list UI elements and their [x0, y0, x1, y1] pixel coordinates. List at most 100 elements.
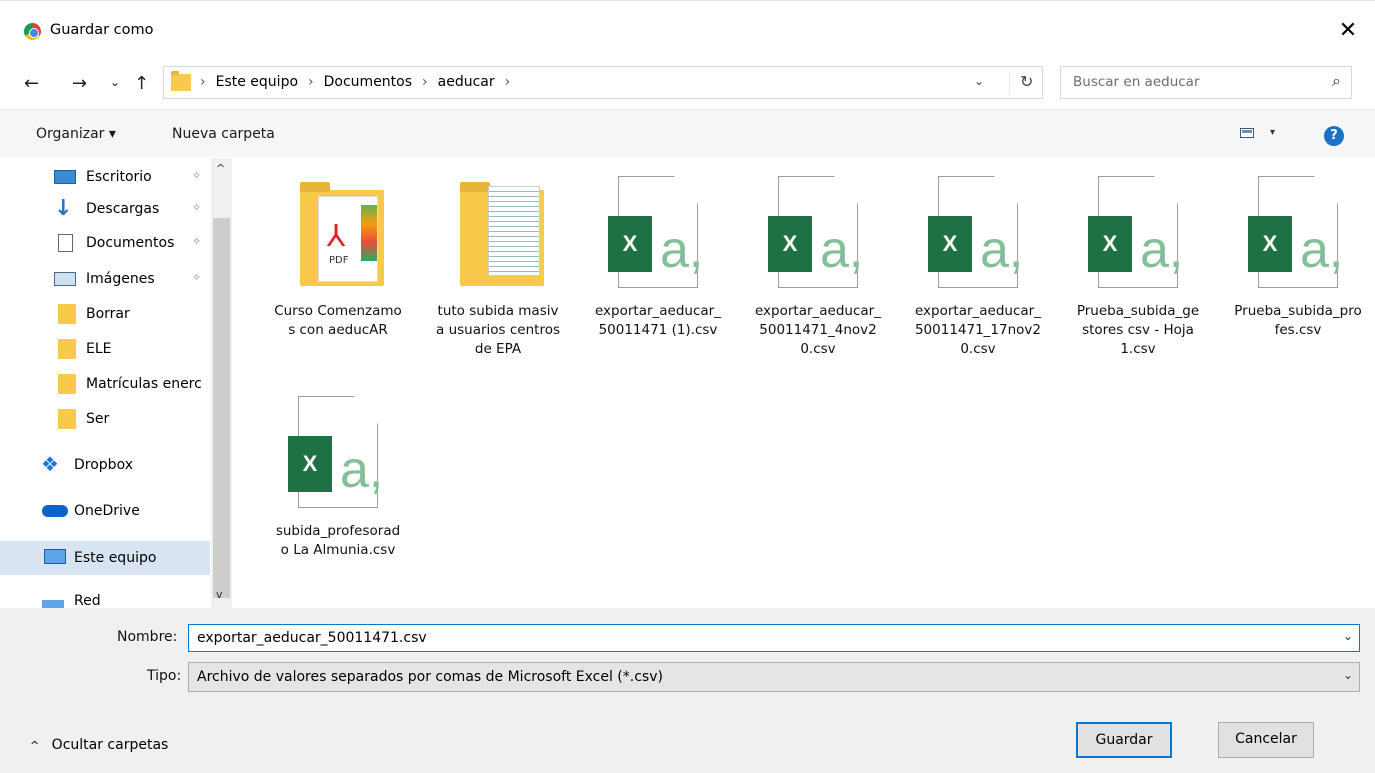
recent-locations-button[interactable]: ⌄ — [110, 75, 120, 89]
sidebar-item-ser[interactable]: Ser — [0, 403, 210, 435]
cancel-button[interactable]: Cancelar — [1218, 722, 1314, 758]
breadcrumb-item-este-equipo[interactable]: Este equipo — [216, 74, 298, 90]
file-item[interactable]: X a, exportar_aeducar_50011471 (1).csv — [588, 158, 728, 340]
chevron-down-icon[interactable]: ⌄ — [974, 74, 984, 88]
file-item[interactable]: tuto subida masiva usuarios centros de E… — [428, 158, 568, 359]
folder-icon — [58, 339, 76, 359]
file-item[interactable]: X a, exportar_aeducar_50011471_4nov20.cs… — [748, 158, 888, 359]
back-button[interactable]: ← — [24, 73, 39, 94]
sidebar-item-descargas[interactable]: Descargas ✧ — [0, 193, 210, 225]
excel-csv-icon: X a, — [1088, 176, 1188, 296]
sidebar-item-este-equipo[interactable]: Este equipo — [0, 541, 210, 575]
pin-icon: ✧ — [192, 169, 202, 182]
breadcrumb-separator: › — [422, 74, 428, 90]
this-pc-icon — [44, 549, 66, 564]
sidebar-scrollbar[interactable]: ^ v — [211, 158, 232, 608]
folder-icon — [58, 409, 76, 429]
sidebar-item-label: Dropbox — [74, 457, 133, 473]
sidebar-item-ele[interactable]: ELE — [0, 333, 210, 365]
file-item[interactable]: X a, subida_profesorado La Almunia.csv — [268, 378, 408, 560]
address-bar[interactable]: › Este equipo › Documentos › aeducar › ⌄… — [163, 66, 1043, 99]
hide-folders-label: Ocultar carpetas — [51, 737, 169, 753]
sidebar-item-red[interactable]: Red — [0, 588, 210, 608]
new-folder-button[interactable]: Nueva carpeta — [172, 126, 275, 142]
pin-icon: ✧ — [192, 201, 202, 214]
excel-csv-icon: X a, — [928, 176, 1028, 296]
breadcrumb-separator[interactable]: › — [505, 74, 511, 90]
scroll-down-icon[interactable]: v — [216, 588, 223, 601]
search-icon[interactable]: ⌕ — [1332, 71, 1341, 91]
excel-csv-icon: X a, — [608, 176, 708, 296]
excel-badge: X — [288, 436, 332, 492]
sidebar-item-borrar[interactable]: Borrar — [0, 298, 210, 330]
refresh-icon[interactable]: ↻ — [1009, 72, 1033, 94]
file-item[interactable]: X a, Prueba_subida_profes.csv — [1228, 158, 1368, 340]
csv-letter: a, — [1140, 221, 1184, 279]
sidebar-item-onedrive[interactable]: OneDrive — [0, 495, 210, 527]
file-item[interactable]: X a, exportar_aeducar_50011471_17nov20.c… — [908, 158, 1048, 359]
navigation-pane: Escritorio ✧ Descargas ✧ Documentos ✧ Im… — [0, 158, 232, 608]
file-name: Curso Comenzamos con aeducAR — [274, 303, 402, 338]
chevron-down-icon[interactable]: ⌄ — [1343, 668, 1353, 682]
scrollbar-thumb[interactable] — [213, 218, 230, 598]
view-options-icon[interactable] — [1240, 128, 1254, 138]
excel-badge: X — [928, 216, 972, 272]
file-name-label: Nombre: — [117, 629, 178, 645]
sidebar-item-documentos[interactable]: Documentos ✧ — [0, 227, 210, 259]
save-options-panel: Nombre: exportar_aeducar_50011471.csv ⌄ … — [0, 608, 1375, 773]
file-name: Prueba_subida_gestores csv - Hoja 1.csv — [1076, 303, 1200, 357]
file-type-label: Tipo: — [147, 668, 182, 684]
downloads-icon — [54, 196, 76, 221]
scroll-up-icon[interactable]: ^ — [216, 162, 225, 175]
folder-icon — [58, 304, 76, 324]
file-item[interactable]: ⅄ PDF Curso Comenzamos con aeducAR — [268, 158, 408, 340]
search-input[interactable]: Buscar en aeducar ⌕ — [1060, 66, 1352, 99]
sidebar-item-escritorio[interactable]: Escritorio ✧ — [0, 161, 210, 193]
breadcrumb-item-documentos[interactable]: Documentos — [324, 74, 412, 90]
csv-letter: a, — [980, 221, 1024, 279]
pin-icon: ✧ — [192, 235, 202, 248]
sidebar-item-label: Documentos — [86, 235, 175, 251]
file-name: exportar_aeducar_50011471 (1).csv — [594, 303, 721, 338]
acrobat-icon: ⅄ — [327, 219, 346, 254]
save-button[interactable]: Guardar — [1076, 722, 1172, 758]
excel-csv-icon: X a, — [768, 176, 868, 296]
csv-letter: a, — [660, 221, 704, 279]
sidebar-item-label: Imágenes — [86, 271, 155, 287]
up-button[interactable]: ↑ — [134, 73, 149, 94]
file-type-select[interactable]: Archivo de valores separados por comas d… — [188, 662, 1360, 692]
csv-letter: a, — [340, 441, 384, 499]
sidebar-item-label: Ser — [86, 411, 110, 427]
sidebar-item-imagenes[interactable]: Imágenes ✧ — [0, 263, 210, 295]
hide-folders-button[interactable]: ^ Ocultar carpetas — [30, 737, 168, 753]
sidebar-item-dropbox[interactable]: Dropbox — [0, 449, 210, 481]
breadcrumb-item-aeducar[interactable]: aeducar — [438, 74, 495, 90]
sidebar-item-matriculas[interactable]: Matrículas enerc — [0, 368, 210, 400]
help-icon[interactable]: ? — [1324, 126, 1344, 146]
organize-button[interactable]: Organizar ▾ — [36, 126, 116, 142]
chevron-down-icon[interactable]: ⌄ — [1343, 629, 1353, 643]
address-row: ← → ⌄ ↑ › Este equipo › Documentos › aed… — [0, 59, 1375, 109]
cover-image — [361, 205, 377, 261]
save-as-dialog: Guardar como ✕ ← → ⌄ ↑ › Este equipo › D… — [0, 0, 1375, 773]
file-name: Prueba_subida_profes.csv — [1234, 303, 1362, 338]
sidebar-item-label: Borrar — [86, 306, 130, 322]
sidebar-item-label: Escritorio — [86, 169, 152, 185]
file-name-field[interactable]: exportar_aeducar_50011471.csv ⌄ — [188, 624, 1360, 652]
sidebar-item-label: Este equipo — [74, 550, 157, 566]
file-name: exportar_aeducar_50011471_17nov20.csv — [914, 303, 1042, 357]
forward-button[interactable]: → — [72, 73, 87, 94]
view-caret-icon[interactable]: ▾ — [1270, 127, 1275, 138]
file-name: tuto subida masiva usuarios centros de E… — [436, 303, 560, 357]
sidebar-item-label: Descargas — [86, 201, 160, 217]
sidebar-item-label: Matrículas enerc — [86, 376, 202, 392]
excel-badge: X — [608, 216, 652, 272]
excel-badge: X — [1088, 216, 1132, 272]
file-name-value[interactable]: exportar_aeducar_50011471.csv — [197, 630, 427, 646]
close-button[interactable]: ✕ — [1330, 13, 1366, 49]
breadcrumb-separator: › — [308, 74, 314, 90]
file-item[interactable]: X a, Prueba_subida_gestores csv - Hoja 1… — [1068, 158, 1208, 359]
excel-csv-icon: X a, — [1248, 176, 1348, 296]
sidebar-item-label: ELE — [86, 341, 112, 357]
breadcrumb: › Este equipo › Documentos › aeducar › — [200, 74, 520, 90]
